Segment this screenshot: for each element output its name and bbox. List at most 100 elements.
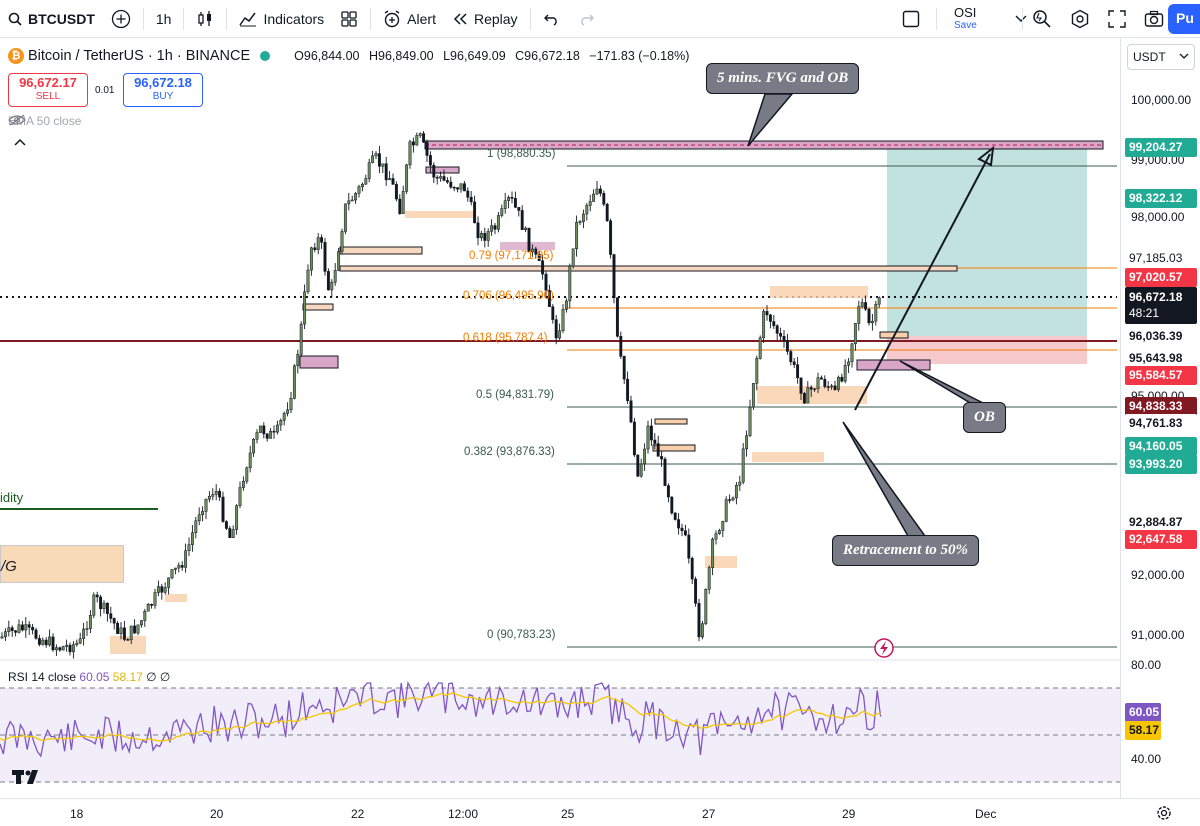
indicators-button[interactable]: Indicators — [231, 0, 332, 38]
candle-body — [724, 499, 728, 522]
compare-button[interactable] — [103, 0, 139, 38]
time-label: 18 — [70, 807, 84, 821]
candle-body — [163, 587, 167, 593]
price-tag: 92,647.58 — [1125, 530, 1197, 549]
candle-body — [680, 527, 684, 531]
buy-button[interactable]: 96,672.18 BUY — [123, 73, 203, 107]
candle-body — [857, 306, 861, 324]
candle-body — [255, 432, 259, 440]
currency-selector[interactable]: USDT — [1127, 44, 1195, 70]
fullscreen-square-button[interactable] — [893, 0, 929, 38]
ob-zone-small1 — [299, 355, 339, 369]
buy-label: BUY — [152, 91, 174, 102]
settings-button[interactable] — [1062, 0, 1098, 38]
candle-body — [853, 323, 857, 345]
redo-button[interactable] — [569, 0, 603, 38]
symbol-search[interactable]: BTCUSDT — [0, 0, 103, 38]
candle-body — [0, 636, 4, 639]
candle-body — [819, 377, 823, 380]
candle-body — [167, 577, 171, 588]
current-price-tag: 96,672.18 48:21 — [1125, 287, 1197, 324]
liquidity-label: idity — [0, 490, 24, 505]
low-value: L96,649.09 — [443, 49, 506, 63]
axis-settings-gear-icon[interactable] — [1156, 805, 1172, 826]
alert-button[interactable]: Alert — [375, 0, 444, 38]
candle-body — [677, 519, 681, 529]
divider — [183, 7, 185, 30]
rsi-tick: 40.00 — [1131, 752, 1162, 766]
candle-body — [214, 490, 218, 495]
candle-body — [20, 624, 24, 631]
interval-button[interactable]: 1h — [148, 0, 180, 38]
snapshot-button[interactable] — [1136, 0, 1172, 38]
square-icon — [901, 9, 921, 29]
candle-body — [513, 198, 517, 208]
candle-body — [374, 153, 378, 157]
candle-body — [102, 602, 106, 610]
candle-body — [673, 512, 677, 520]
candle-body — [452, 186, 456, 189]
price-tick: 91,000.00 — [1131, 628, 1185, 642]
quick-search-button[interactable] — [1024, 0, 1060, 38]
fullscreen-button[interactable] — [1100, 0, 1134, 38]
candle-body — [292, 365, 296, 399]
candle-body — [228, 528, 232, 538]
candle-body — [340, 231, 344, 252]
replay-button[interactable]: Replay — [444, 0, 526, 38]
layout-name: OSI — [954, 4, 977, 20]
candle-body — [204, 498, 208, 512]
layouts-button[interactable] — [332, 0, 366, 38]
candle-body — [116, 622, 120, 634]
price-chart[interactable] — [0, 38, 1120, 798]
candle-body — [850, 343, 854, 363]
publish-button[interactable]: Pu — [1168, 4, 1200, 34]
indicators-label: Indicators — [263, 10, 325, 27]
candle-body — [663, 458, 667, 486]
rsi-ma-value: 58.17 — [112, 670, 143, 684]
candle-body — [99, 596, 103, 610]
candle-body — [323, 242, 327, 272]
candle-body — [303, 291, 307, 325]
price-scale[interactable]: USDT 100,000.00 99,000.00 98,000.00 95,0… — [1120, 38, 1200, 798]
layout-menu[interactable]: OSI Save — [942, 0, 1035, 38]
chart-type-button[interactable] — [188, 0, 222, 38]
candle-body — [649, 425, 653, 441]
candle-body — [197, 514, 201, 522]
candle-body — [337, 251, 341, 271]
callout-ob[interactable]: OB — [963, 402, 1006, 433]
candle-body — [768, 314, 772, 322]
candle-body — [666, 485, 670, 498]
candle-body — [561, 309, 565, 332]
sell-button[interactable]: 96,672.17 SELL — [8, 73, 88, 107]
callout-fvg-ob[interactable]: 5 mins. FVG and OB — [706, 63, 860, 94]
candle-body — [65, 644, 69, 647]
candle-body — [357, 186, 361, 194]
zoom-icon — [1032, 9, 1052, 29]
candle-body — [207, 495, 211, 500]
candle-body — [418, 133, 422, 136]
ob-zone-small4 — [425, 166, 460, 174]
candle-body — [500, 208, 504, 216]
undo-button[interactable] — [535, 0, 569, 38]
chart-pane[interactable]: ₿ Bitcoin / TetherUS · 1h · BINANCE O96,… — [0, 38, 1120, 798]
candle-body — [826, 386, 830, 388]
callout-retracement[interactable]: Retracement to 50% — [832, 535, 979, 566]
candle-body — [235, 505, 239, 530]
rsi-ma-tag: 58.17 — [1125, 721, 1161, 740]
candle-body — [51, 636, 55, 651]
candle-body — [785, 340, 789, 352]
rsi-value: 60.05 — [79, 670, 110, 684]
ob-zone-small3 — [302, 303, 334, 311]
candle-body — [609, 220, 613, 255]
rewind-icon — [452, 12, 468, 26]
high-value: H96,849.00 — [368, 49, 434, 63]
time-label: 22 — [351, 807, 365, 821]
price-tick: 92,000.00 — [1131, 568, 1185, 582]
time-axis[interactable]: 18 20 22 12:00 25 27 29 Dec — [0, 798, 1200, 826]
candle-body — [564, 300, 568, 310]
candle-body — [619, 336, 623, 357]
ema-legend[interactable]: EMA 50 close — [8, 114, 89, 128]
divider — [142, 7, 144, 30]
candle-body — [289, 397, 293, 411]
time-label: 12:00 — [448, 807, 479, 821]
